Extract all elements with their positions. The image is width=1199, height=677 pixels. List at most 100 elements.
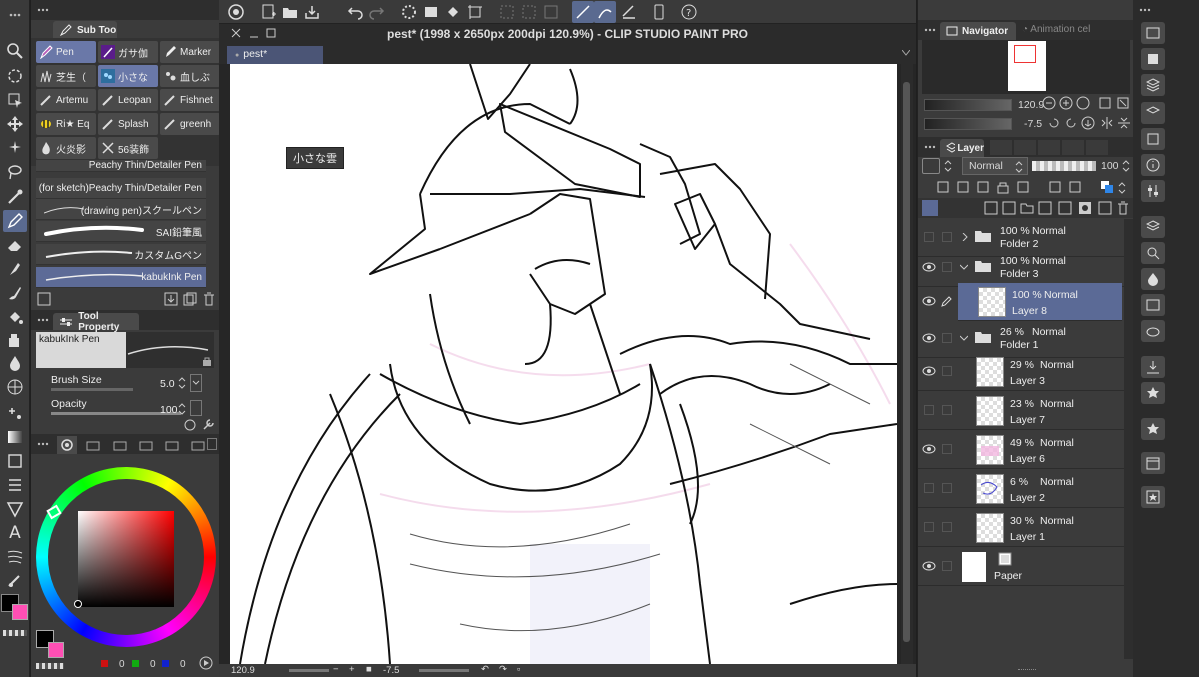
brush-item[interactable]: Peachy Thin/Detailer Pen [36, 160, 206, 172]
menu-dots-icon[interactable] [36, 314, 50, 326]
visibility-off-box[interactable] [924, 483, 934, 493]
tab-intermediate-color-icon[interactable] [113, 438, 127, 452]
star-frame-panel-icon[interactable] [1141, 486, 1165, 508]
film-panel-icon[interactable] [1141, 294, 1165, 316]
flip-vertical-icon[interactable] [1117, 116, 1131, 130]
apply-mask-icon[interactable] [1098, 201, 1112, 215]
opacity-stepper-icon[interactable] [1122, 159, 1130, 173]
menu-dots-icon[interactable] [3, 4, 27, 26]
layer-property-icon[interactable] [1141, 102, 1165, 124]
zoom-in-icon[interactable] [1059, 96, 1073, 110]
zoom-tool-icon[interactable] [3, 40, 27, 62]
navigator-preview[interactable] [922, 40, 1130, 94]
fit-window-icon[interactable] [1098, 96, 1112, 110]
chevron-right-icon[interactable] [962, 233, 968, 241]
eyedropper-icon[interactable] [3, 186, 27, 208]
navigator-zoom-slider[interactable] [924, 99, 1012, 111]
eye-icon[interactable] [922, 365, 936, 377]
color-chips[interactable] [36, 630, 64, 658]
layer-row[interactable]: 49 % Normal Layer 6 [918, 431, 1124, 469]
layer-color-swatch-icon[interactable] [1100, 180, 1114, 194]
tab-tool-property[interactable]: Tool Property [53, 311, 139, 333]
adjust-panel-icon[interactable] [1141, 180, 1165, 202]
edit-target-box[interactable] [942, 444, 952, 454]
color-indicator[interactable] [0, 592, 30, 632]
ruler-icon[interactable] [3, 498, 27, 520]
layer-row-paper[interactable]: Paper [918, 548, 1124, 586]
star-panel-icon[interactable] [1141, 418, 1165, 440]
menu-dots-icon[interactable] [36, 438, 50, 450]
transparent-swatch[interactable] [36, 663, 64, 669]
subtool-artemu[interactable]: Artemu [36, 89, 96, 111]
reference-layer-icon[interactable] [956, 180, 970, 194]
sparkle-icon[interactable] [3, 402, 27, 424]
zoom-in-icon[interactable]: + [349, 664, 355, 675]
tab-auto-action-icon[interactable] [1086, 140, 1108, 155]
clip-layer-icon[interactable] [936, 180, 950, 194]
subtool-greenh[interactable]: greenh [160, 113, 220, 135]
lock-transparency-icon[interactable] [1016, 180, 1030, 194]
pencil-edit-icon[interactable] [940, 295, 954, 307]
menu-dots-icon[interactable] [1138, 4, 1152, 16]
brush-size-slider[interactable] [51, 388, 133, 391]
tab-history-icon[interactable] [1062, 140, 1084, 155]
menu-dots-icon[interactable] [923, 141, 937, 153]
frame-icon[interactable] [3, 474, 27, 496]
subtool-ri-eq[interactable]: Ri★ Eq [36, 113, 96, 135]
text-icon[interactable]: A [3, 522, 27, 544]
rotate-right-icon[interactable]: ↷ [499, 664, 507, 675]
show-selection-icon[interactable] [540, 1, 562, 23]
new-file-icon[interactable] [258, 1, 280, 23]
new-raster-layer-icon[interactable] [984, 201, 998, 215]
brush-item[interactable]: カスタムGペン [36, 244, 206, 265]
fit-icon[interactable]: ■ [366, 664, 372, 675]
subtool-marker[interactable]: Marker [160, 41, 220, 63]
dropdown-chevron-icon[interactable] [190, 374, 202, 392]
transform-icon[interactable] [464, 1, 486, 23]
delete-layer-icon[interactable] [1116, 201, 1130, 215]
zoom-out-icon[interactable]: − [333, 664, 339, 675]
layers-panel-icon[interactable] [1141, 74, 1165, 96]
subtool-blood[interactable]: 血しぶ [160, 65, 220, 87]
panel-resize-handle[interactable] [1018, 669, 1036, 673]
tab-color-history-icon[interactable] [165, 438, 179, 452]
tab-approximate-color-icon[interactable] [139, 438, 153, 452]
cloud-panel-icon[interactable] [1141, 320, 1165, 342]
document-tab[interactable]: ● pest* [227, 46, 323, 64]
edit-target-box[interactable] [942, 232, 952, 242]
edit-target-box[interactable] [942, 522, 952, 532]
blend-icon[interactable] [3, 352, 27, 374]
smartphone-icon[interactable] [648, 1, 670, 23]
eye-icon[interactable] [922, 443, 936, 455]
move-tool-icon[interactable] [3, 113, 27, 135]
menu-dots-icon[interactable] [36, 3, 50, 17]
menu-dots-icon[interactable] [923, 24, 937, 36]
invert-selection-icon[interactable] [518, 1, 540, 23]
subtool-ornament[interactable]: 56装飾 [98, 137, 158, 159]
edit-target-box[interactable] [942, 262, 952, 272]
new-vector-layer-icon[interactable] [1002, 201, 1016, 215]
zoom-slider[interactable] [289, 669, 329, 672]
redo-icon[interactable] [366, 1, 388, 23]
blend-mode-select[interactable]: Normal [962, 157, 1028, 175]
edit-target-box[interactable] [942, 405, 952, 415]
reset-rotation-icon[interactable] [1081, 116, 1095, 130]
tab-navigator[interactable]: Navigator [940, 22, 1016, 40]
edit-target-box[interactable] [942, 483, 952, 493]
undo-icon[interactable] [344, 1, 366, 23]
transparent-swatch[interactable] [3, 630, 27, 636]
layer-row[interactable]: 6 % Normal Layer 2 [918, 470, 1124, 508]
subtool-settings-icon[interactable] [37, 292, 51, 306]
clear-icon[interactable] [420, 1, 442, 23]
navigator-rotation-slider[interactable] [924, 118, 1012, 130]
ruler-link-icon[interactable] [1068, 180, 1082, 194]
brush-item[interactable]: (drawing pen)スクールペン [36, 199, 206, 220]
subtool-splash[interactable]: Splash [98, 113, 158, 135]
correct-line-icon[interactable] [3, 569, 27, 591]
eraser-icon[interactable] [3, 234, 27, 256]
pen-tool-icon[interactable] [3, 210, 27, 232]
scrollbar-thumb[interactable] [903, 82, 910, 642]
new-folder-icon[interactable] [1020, 201, 1034, 215]
subtool-fishnet[interactable]: Fishnet [160, 89, 220, 111]
sv-picker[interactable] [74, 600, 82, 608]
